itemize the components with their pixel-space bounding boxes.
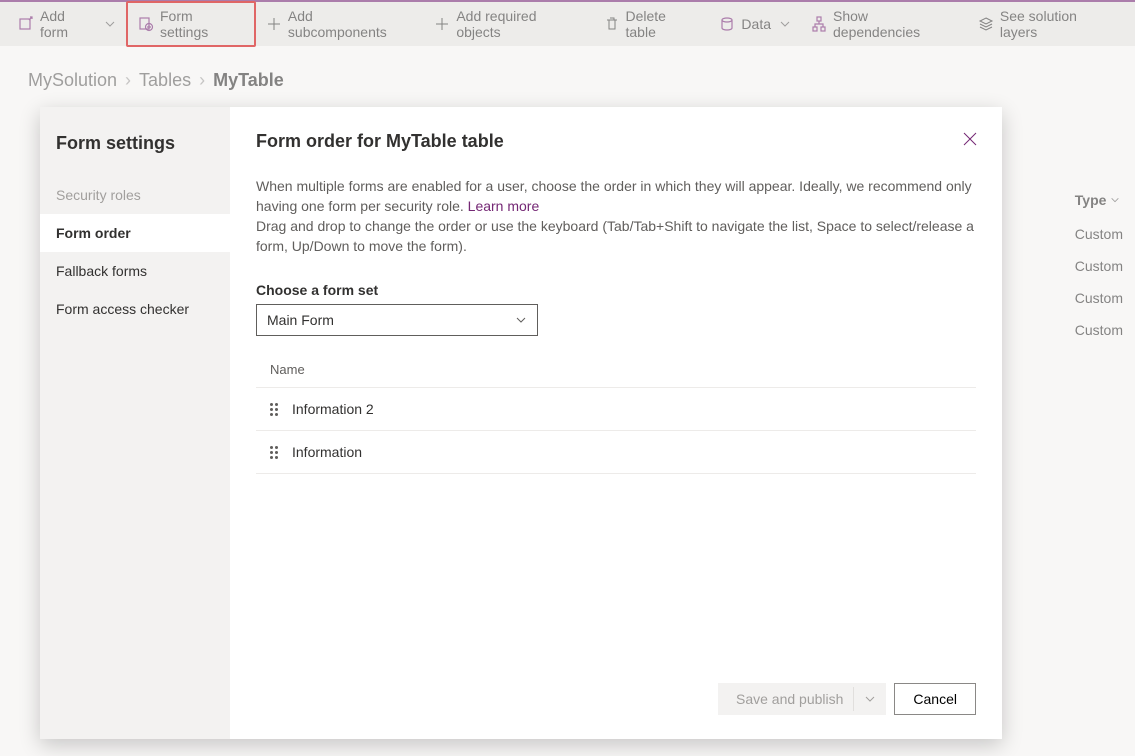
close-button[interactable]: [954, 123, 986, 155]
nav-form-order[interactable]: Form order: [40, 214, 230, 252]
modal-body: Form order for MyTable table When multip…: [230, 107, 1002, 739]
chevron-right-icon: ›: [199, 70, 205, 91]
nav-fallback-forms[interactable]: Fallback forms: [40, 252, 230, 290]
modal-sidebar-title: Form settings: [40, 125, 230, 176]
chevron-right-icon: ›: [125, 70, 131, 91]
data-icon: [719, 16, 735, 32]
list-item[interactable]: Information 2: [256, 388, 976, 431]
list-item-label: Information: [292, 444, 362, 460]
add-subcomponents-label: Add subcomponents: [288, 8, 414, 40]
breadcrumb-current: MyTable: [213, 70, 284, 91]
data-button[interactable]: Data: [709, 10, 801, 38]
add-required-objects-button[interactable]: Add required objects: [424, 2, 593, 46]
see-solution-layers-label: See solution layers: [1000, 8, 1117, 40]
form-settings-button[interactable]: Form settings: [126, 1, 256, 47]
see-solution-layers-button[interactable]: See solution layers: [968, 2, 1127, 46]
plus-icon: [434, 16, 450, 32]
add-form-label: Add form: [40, 8, 96, 40]
save-publish-button[interactable]: Save and publish: [718, 683, 886, 715]
learn-more-link[interactable]: Learn more: [468, 198, 540, 214]
list-item-label: Information 2: [292, 401, 374, 417]
chevron-down-icon: [779, 18, 791, 30]
table-cell: Custom: [1075, 322, 1123, 338]
form-set-select[interactable]: Main Form: [256, 304, 538, 336]
show-dependencies-button[interactable]: Show dependencies: [801, 2, 968, 46]
type-column-header[interactable]: Type: [1075, 192, 1123, 208]
chevron-down-icon: [104, 18, 116, 30]
form-settings-icon: [138, 16, 154, 32]
choose-form-set-label: Choose a form set: [256, 282, 976, 298]
toolbar: Add form Form settings Add subcomponents…: [0, 2, 1135, 46]
drag-handle-icon[interactable]: [270, 402, 280, 416]
breadcrumb-solution[interactable]: MySolution: [28, 70, 117, 91]
add-form-icon: [18, 16, 34, 32]
form-set-selected-value: Main Form: [267, 312, 334, 328]
form-settings-modal: Form settings Security roles Form order …: [40, 107, 1002, 739]
show-dependencies-label: Show dependencies: [833, 8, 958, 40]
breadcrumb: MySolution › Tables › MyTable: [0, 46, 1135, 103]
delete-table-label: Delete table: [626, 8, 700, 40]
modal-title: Form order for MyTable table: [256, 131, 976, 152]
list-header-name: Name: [256, 352, 976, 388]
close-icon: [963, 132, 977, 146]
chevron-down-icon: [515, 314, 527, 326]
delete-table-button[interactable]: Delete table: [594, 2, 710, 46]
drag-handle-icon[interactable]: [270, 445, 280, 459]
add-subcomponents-button[interactable]: Add subcomponents: [256, 2, 424, 46]
modal-footer: Save and publish Cancel: [256, 683, 976, 715]
add-required-objects-label: Add required objects: [456, 8, 583, 40]
chevron-down-icon: [864, 693, 876, 705]
form-settings-label: Form settings: [160, 8, 244, 40]
cancel-button[interactable]: Cancel: [894, 683, 976, 715]
table-cell: Custom: [1075, 226, 1123, 242]
breadcrumb-tables[interactable]: Tables: [139, 70, 191, 91]
background-column: Type Custom Custom Custom Custom: [1075, 192, 1123, 354]
list-item[interactable]: Information: [256, 431, 976, 474]
layers-icon: [978, 16, 994, 32]
plus-icon: [266, 16, 282, 32]
trash-icon: [604, 16, 620, 32]
table-cell: Custom: [1075, 258, 1123, 274]
modal-description: When multiple forms are enabled for a us…: [256, 176, 976, 256]
nav-form-access-checker[interactable]: Form access checker: [40, 290, 230, 328]
data-label: Data: [741, 16, 771, 32]
modal-sidebar: Form settings Security roles Form order …: [40, 107, 230, 739]
nav-security-roles[interactable]: Security roles: [40, 176, 230, 214]
add-form-button[interactable]: Add form: [8, 2, 126, 46]
dependencies-icon: [811, 16, 827, 32]
table-cell: Custom: [1075, 290, 1123, 306]
